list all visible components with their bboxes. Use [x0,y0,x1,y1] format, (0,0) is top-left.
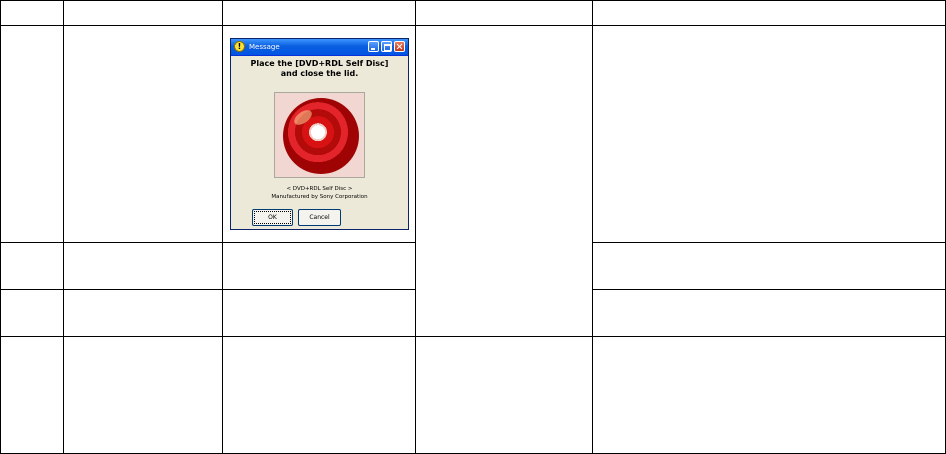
dialog-message: Place the [DVD+RDL Self Disc] and close … [231,59,408,79]
disc-caption-manufacturer: Manufactured by Sony Corporation [271,194,368,200]
table-row-border [0,0,946,1]
table-row-border [0,336,946,337]
table-column-border [415,0,416,454]
disc-icon [283,98,359,174]
table-column-border [63,0,64,454]
maximize-icon[interactable] [381,41,392,52]
table-column-border [222,0,223,454]
disc-caption-name: < DVD+RDL Self Disc > [286,186,353,192]
disc-image [274,92,365,178]
table-column-border [592,0,593,454]
message-line-1: Place the [DVD+RDL Self Disc] [250,59,389,68]
cancel-button[interactable]: Cancel [298,209,341,226]
table-row-border [593,242,946,243]
minimize-icon[interactable] [368,41,379,52]
warning-icon: ! [234,41,245,52]
message-dialog: ! Message Place the [DVD+RDL Self Disc] … [230,38,409,230]
table-row-border [0,25,946,26]
table-row-border [593,289,946,290]
dialog-title: Message [249,43,280,51]
dialog-titlebar[interactable]: ! Message [231,39,408,56]
close-icon[interactable] [394,41,405,52]
ok-button[interactable]: OK [252,209,293,226]
table-column-border [0,0,1,454]
message-line-2: and close the lid. [280,69,359,78]
